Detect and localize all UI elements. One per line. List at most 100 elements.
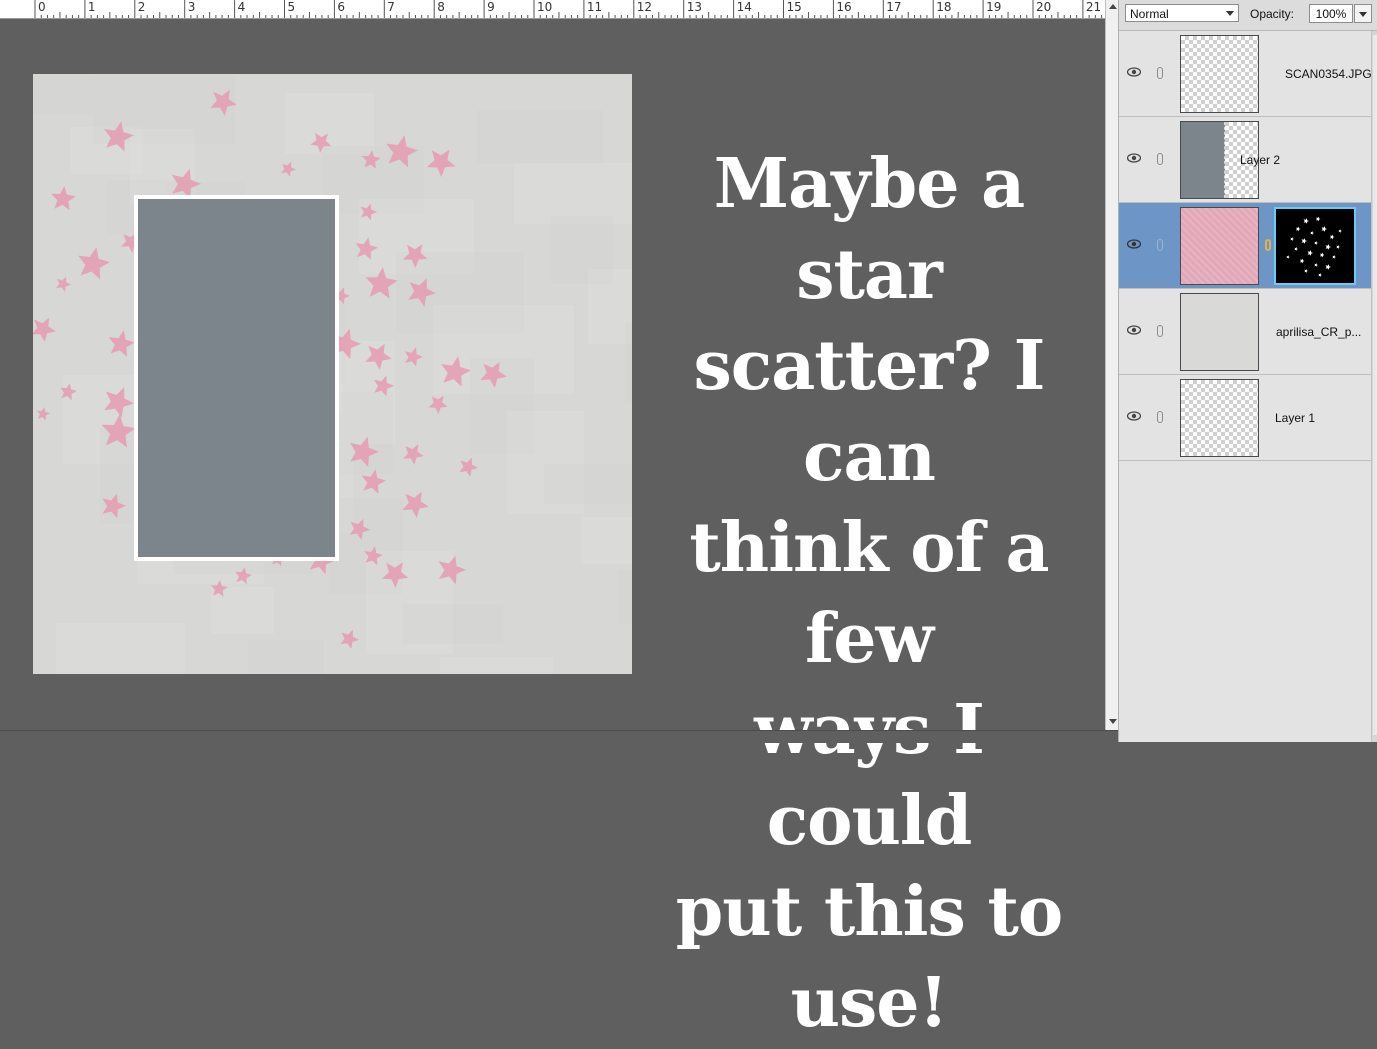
ruler-number: 5 (287, 0, 296, 14)
mask-star (1310, 231, 1314, 235)
mask-star (1332, 255, 1336, 259)
mask-star (1303, 218, 1309, 224)
mask-star (1325, 244, 1331, 250)
link-icon[interactable] (1157, 153, 1163, 165)
link-icon[interactable] (1157, 411, 1163, 423)
mask-star (1301, 238, 1307, 244)
pink-star (404, 347, 423, 367)
paper-texture (618, 570, 632, 624)
mask-star (1290, 237, 1294, 241)
layers-panel: Normal Opacity: 100% SCAN0354.JPG Layer … (1118, 0, 1377, 742)
paper-texture (56, 623, 185, 674)
layers-panel-scrollbar[interactable] (1371, 31, 1377, 742)
mask-star (1304, 269, 1308, 273)
mask-star (1325, 264, 1331, 270)
paper-texture (544, 464, 632, 504)
caption-line: think of a few (689, 508, 1049, 679)
chevron-down-icon (1226, 11, 1234, 16)
mask-star (1300, 258, 1305, 264)
ruler-number: 2 (137, 0, 146, 14)
ruler-number: 17 (886, 0, 902, 14)
ruler-number: 21 (1085, 0, 1102, 14)
ruler-number: 0 (38, 0, 46, 14)
chevron-down-icon (1359, 12, 1367, 17)
mask-star (1314, 241, 1318, 245)
ruler-number: 11 (586, 0, 603, 14)
mask-star (1336, 245, 1340, 249)
layer-name: Layer 1 (1275, 411, 1316, 425)
pink-star (428, 395, 448, 414)
visibility-eye-icon[interactable] (1127, 239, 1141, 249)
caption-line: ways I could (754, 690, 985, 861)
document-canvas[interactable]: Maybe a star scatter? I can think of a f… (0, 19, 1105, 1043)
visibility-eye-icon[interactable] (1127, 325, 1141, 335)
opacity-dropdown-button[interactable] (1354, 4, 1372, 23)
paper-texture (33, 74, 93, 114)
scrollbar-thumb[interactable] (1373, 35, 1377, 735)
mask-link-icon[interactable] (1265, 239, 1271, 251)
visibility-eye-icon[interactable] (1127, 67, 1141, 77)
ruler-number: 16 (836, 0, 852, 14)
layer-row-pink-paper[interactable] (1119, 203, 1371, 289)
layer-row-aprilisa[interactable]: aprilisa_CR_p... (1119, 289, 1371, 375)
caption-line: scatter? I can (693, 326, 1046, 497)
pink-star (402, 491, 429, 518)
pink-star (78, 247, 110, 280)
ruler-number: 1 (87, 0, 96, 14)
opacity-label: Opacity: (1250, 7, 1295, 21)
layer-name: Layer 2 (1240, 153, 1281, 167)
paper-texture (440, 657, 553, 674)
pink-star (281, 161, 296, 177)
pink-star (459, 457, 478, 477)
mask-star (1318, 273, 1322, 277)
layer-name: SCAN0354.JPG (1285, 67, 1372, 81)
canvas-horizontal-scrollbar[interactable] (0, 730, 1118, 743)
visibility-eye-icon[interactable] (1127, 153, 1141, 163)
scroll-down-icon[interactable] (1109, 719, 1117, 724)
layer-thumbnail (1180, 35, 1259, 113)
pink-star (403, 444, 424, 465)
blend-mode-value: Normal (1130, 7, 1169, 21)
visibility-eye-icon[interactable] (1127, 411, 1141, 421)
layer-row-layer2[interactable]: Layer 2 (1119, 117, 1371, 203)
layer-thumbnail (1180, 207, 1259, 285)
mask-star (1307, 250, 1313, 256)
link-icon[interactable] (1157, 67, 1163, 79)
ruler-number: 18 (936, 0, 952, 14)
layer-row-scan0354[interactable]: SCAN0354.JPG (1119, 31, 1372, 117)
mask-star (1294, 247, 1298, 251)
mask-stars (1286, 216, 1342, 277)
thumbnail-content (1181, 122, 1225, 198)
photo-placeholder[interactable] (134, 195, 339, 561)
layer-thumbnail (1180, 293, 1259, 371)
pink-star (340, 629, 359, 649)
ruler-number: 15 (786, 0, 802, 14)
paper-texture (403, 604, 503, 644)
opacity-field[interactable]: 100% (1309, 4, 1353, 23)
layer-thumbnail (1180, 379, 1259, 457)
scrapbook-page[interactable] (33, 74, 632, 674)
paper-texture (581, 517, 632, 564)
layer-row-layer1[interactable]: Layer 1 (1119, 375, 1371, 461)
layer-name: aprilisa_CR_p... (1276, 325, 1362, 339)
mask-star (1330, 234, 1335, 240)
layer-mask-thumbnail[interactable] (1274, 207, 1356, 285)
pink-star (51, 186, 76, 211)
paper-texture (248, 640, 324, 674)
ruler-number: 3 (187, 0, 196, 14)
ruler-number: 19 (986, 0, 1002, 14)
mask-star (1316, 216, 1321, 222)
pink-star (33, 317, 56, 342)
ruler-number: 9 (487, 0, 495, 14)
link-icon[interactable] (1157, 239, 1163, 251)
caption-line: Maybe a star (713, 144, 1025, 315)
scroll-up-icon[interactable] (1109, 4, 1117, 9)
link-icon[interactable] (1157, 325, 1163, 337)
canvas-vertical-scrollbar[interactable] (1105, 0, 1119, 730)
mask-star (1338, 229, 1342, 233)
ruler-number: 14 (736, 0, 752, 14)
paper-texture (514, 163, 632, 224)
ruler-number: 20 (1036, 0, 1052, 14)
mask-star (1314, 263, 1318, 267)
blend-mode-select[interactable]: Normal (1125, 4, 1239, 22)
